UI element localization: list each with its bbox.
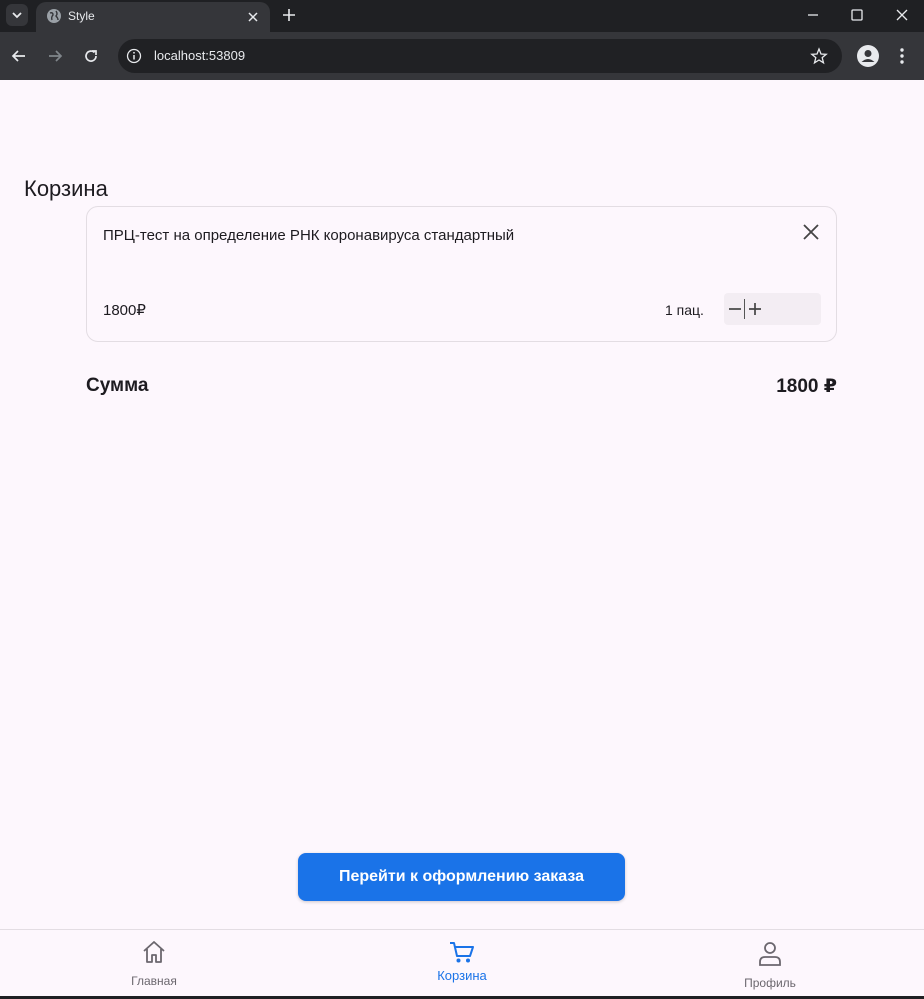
profile-avatar-icon[interactable] [857, 45, 879, 67]
nav-label-cart: Корзина [437, 968, 487, 983]
chevron-down-icon [12, 12, 22, 19]
sum-label: Сумма [86, 375, 149, 396]
bottom-navigation: Главная Корзина Профиль [0, 929, 924, 999]
person-icon [759, 942, 781, 966]
cart-icon [450, 942, 474, 963]
home-icon [143, 941, 165, 963]
browser-toolbar: localhost:53809 [0, 32, 924, 80]
back-arrow-icon[interactable] [9, 46, 29, 66]
nav-item-profile[interactable]: Профиль [616, 930, 924, 998]
minimize-icon[interactable] [804, 6, 822, 24]
nav-label-home: Главная [131, 974, 177, 988]
checkout-button[interactable]: Перейти к оформлению заказа [298, 853, 625, 901]
cart-item-card: ПРЦ-тест на определение РНК коронавируса… [86, 206, 837, 342]
address-bar[interactable]: localhost:53809 [118, 39, 842, 73]
tab-title: Style [68, 9, 95, 23]
quantity-stepper [724, 293, 821, 325]
close-icon[interactable] [246, 10, 260, 24]
plus-icon[interactable] [746, 299, 764, 319]
minus-icon[interactable] [726, 299, 744, 319]
globe-icon [47, 9, 61, 23]
tab-search-button[interactable] [6, 4, 28, 26]
nav-item-home[interactable]: Главная [0, 930, 308, 998]
page-content: Корзина ПРЦ-тест на определение РНК коро… [0, 80, 924, 999]
maximize-icon[interactable] [848, 6, 866, 24]
stepper-divider [744, 299, 745, 319]
cart-item-quantity: 1 пац. [665, 302, 704, 318]
page-title: Корзина [24, 176, 108, 201]
forward-arrow-icon[interactable] [45, 46, 65, 66]
kebab-menu-icon[interactable] [899, 46, 905, 66]
cart-item-price: 1800₽ [103, 302, 146, 319]
browser-tab-bar: Style [0, 0, 924, 32]
new-tab-plus-icon[interactable] [280, 6, 298, 24]
browser-tab-active[interactable]: Style [36, 2, 270, 32]
window-close-icon[interactable] [893, 6, 911, 24]
url-text: localhost:53809 [154, 48, 246, 63]
nav-label-profile: Профиль [744, 976, 796, 990]
nav-item-cart[interactable]: Корзина [308, 930, 616, 998]
sum-value: 1800 ₽ [776, 376, 837, 397]
site-info-icon[interactable] [126, 48, 142, 64]
cart-item-name: ПРЦ-тест на определение РНК коронавируса… [103, 227, 515, 244]
reload-icon[interactable] [81, 46, 101, 66]
bookmark-star-icon[interactable] [810, 47, 828, 65]
remove-item-close-icon[interactable] [800, 221, 822, 243]
